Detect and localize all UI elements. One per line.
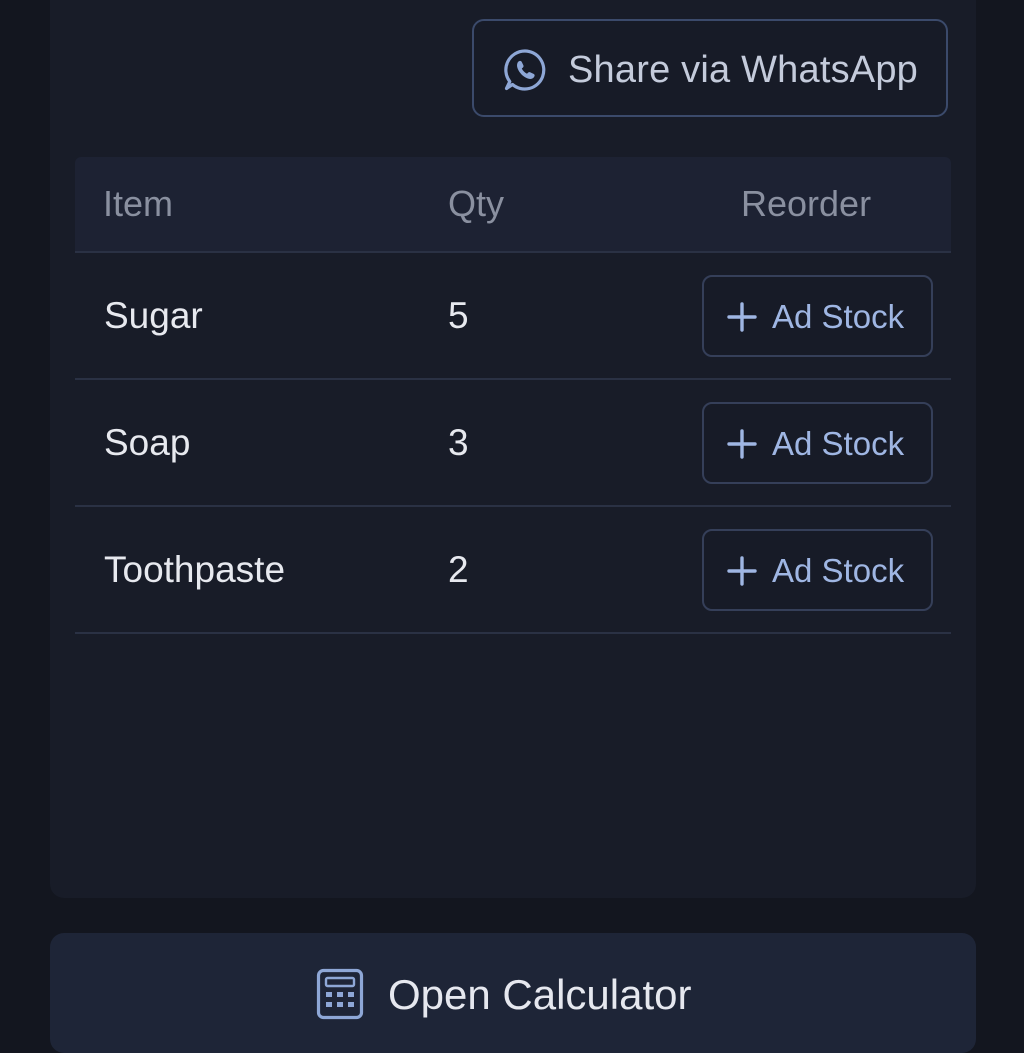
add-stock-button[interactable]: Ad Stock (702, 402, 933, 484)
column-header-qty: Qty (448, 183, 505, 224)
open-calculator-button[interactable]: Open Calculator (50, 933, 976, 1053)
add-stock-label: Ad Stock (772, 425, 905, 462)
item-name: Sugar (104, 295, 203, 336)
whatsapp-icon (504, 49, 546, 91)
add-stock-button[interactable]: Ad Stock (702, 529, 933, 611)
table-row: Toothpaste 2 Ad Stock (75, 507, 951, 634)
add-stock-label: Ad Stock (772, 298, 905, 335)
table-row: Soap 3 Ad Stock (75, 380, 951, 507)
calculator-icon (316, 968, 364, 1020)
plus-icon (727, 302, 757, 332)
add-stock-button[interactable]: Ad Stock (702, 275, 933, 357)
item-name: Toothpaste (104, 549, 286, 590)
share-whatsapp-label: Share via WhatsApp (568, 49, 918, 91)
open-calculator-label: Open Calculator (388, 971, 692, 1018)
plus-icon (727, 429, 757, 459)
item-qty: 2 (448, 549, 469, 590)
item-qty: 3 (448, 422, 469, 463)
inventory-card: Share via WhatsApp Item Qty Reorder Suga… (50, 0, 976, 898)
item-qty: 5 (448, 295, 469, 336)
plus-icon (727, 556, 757, 586)
table-header: Item Qty Reorder (75, 157, 951, 253)
column-header-reorder: Reorder (741, 183, 872, 224)
add-stock-label: Ad Stock (772, 552, 905, 589)
item-name: Soap (104, 422, 191, 463)
table-row: Sugar 5 Ad Stock (75, 253, 951, 380)
inventory-table: Item Qty Reorder Sugar 5 Ad Stock Soap 3… (75, 157, 951, 634)
column-header-item: Item (103, 183, 174, 224)
share-whatsapp-button[interactable]: Share via WhatsApp (472, 19, 948, 117)
